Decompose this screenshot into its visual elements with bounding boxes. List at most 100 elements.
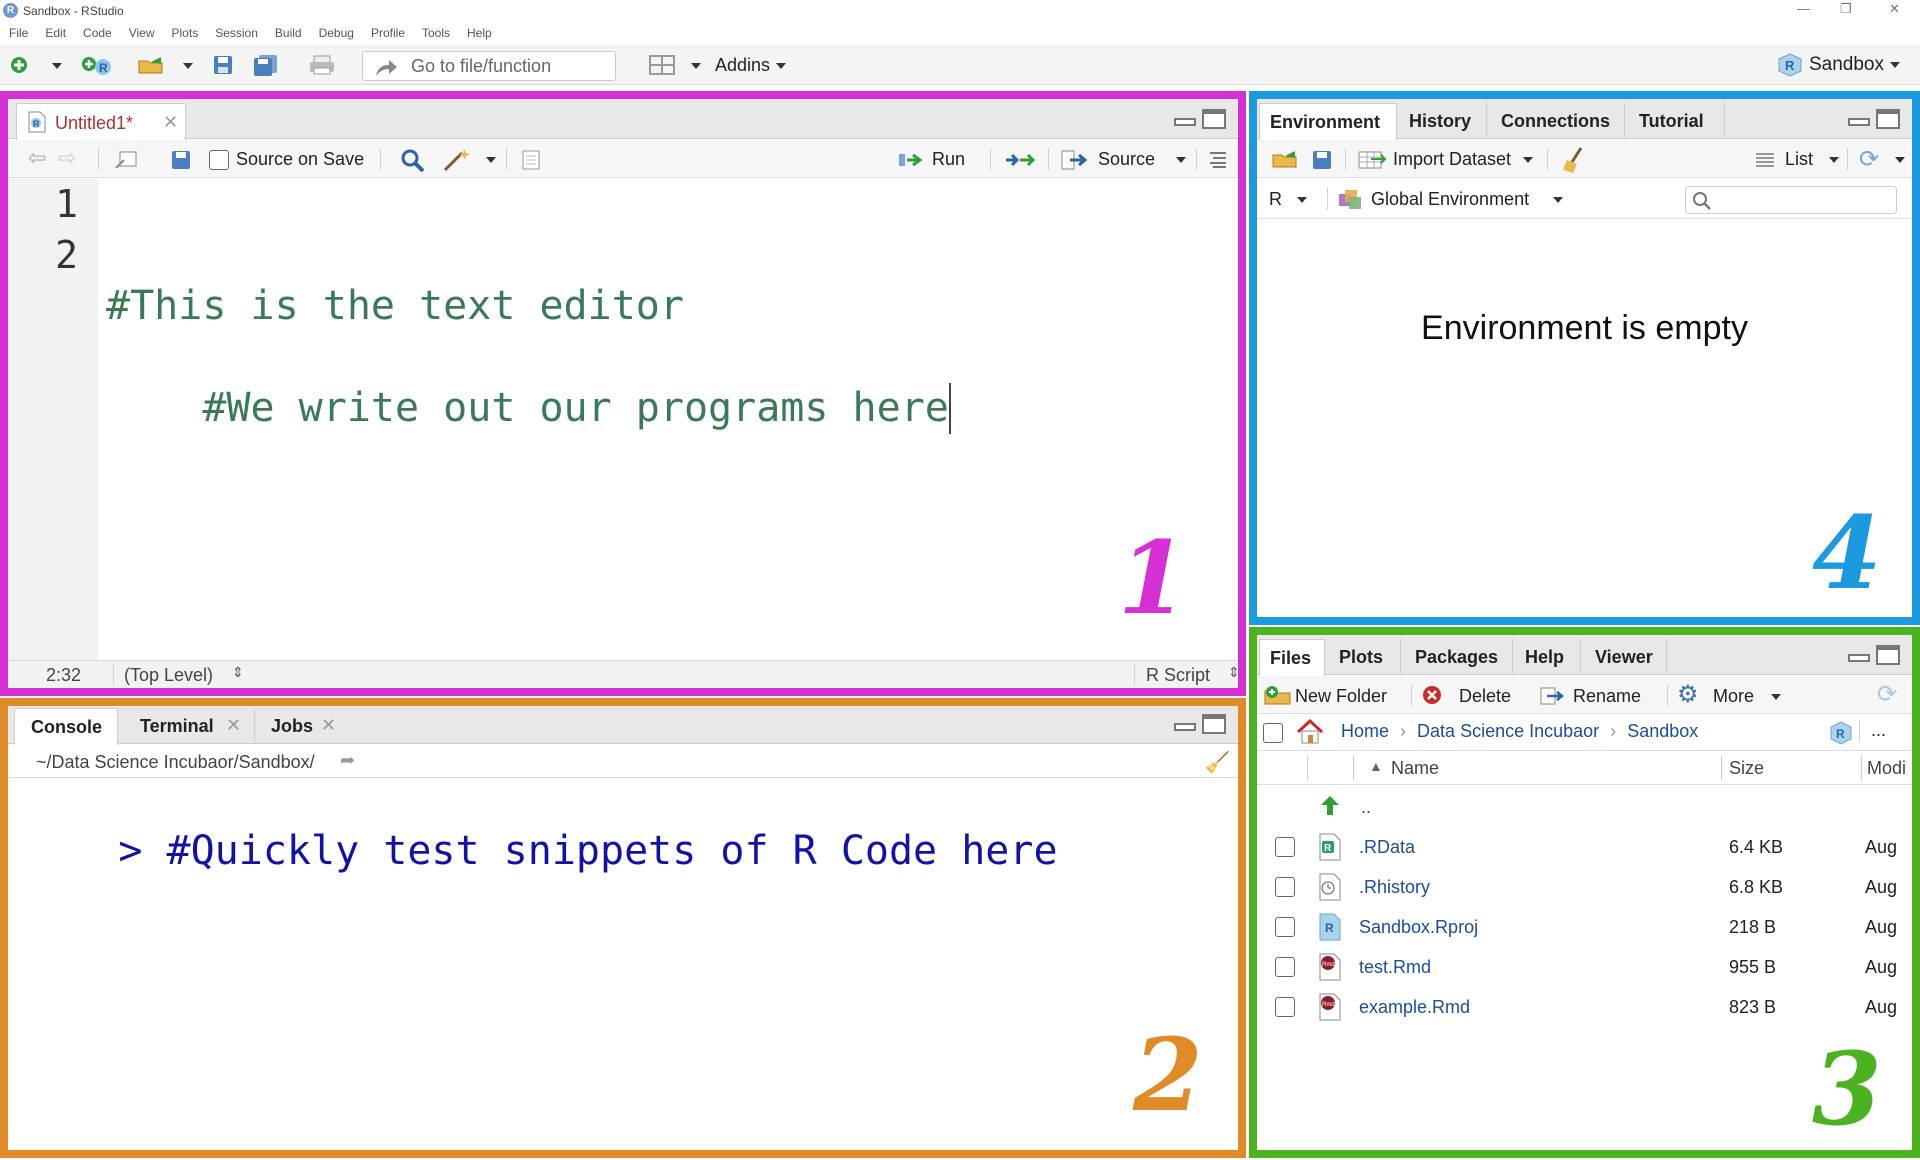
- file-row[interactable]: Rmd example.Rmd 823 B Aug: [1257, 987, 1912, 1027]
- addins-menu[interactable]: Addins: [715, 55, 787, 76]
- parent-directory-row[interactable]: ..: [1257, 787, 1912, 827]
- menu-view[interactable]: View: [129, 22, 155, 44]
- maximize-pane-icon[interactable]: [1876, 645, 1900, 665]
- column-header-name[interactable]: ▲ Name: [1361, 751, 1641, 785]
- go-to-directory-icon[interactable]: ➦: [340, 750, 355, 771]
- project-menu[interactable]: R Sandbox: [1777, 53, 1900, 77]
- menu-session[interactable]: Session: [215, 22, 258, 44]
- menu-file[interactable]: File: [9, 22, 28, 44]
- column-header-size[interactable]: Size: [1729, 758, 1764, 779]
- file-checkbox[interactable]: [1275, 837, 1295, 857]
- minimize-window-icon[interactable]: —: [1797, 1, 1810, 16]
- restore-window-icon[interactable]: ❐: [1840, 1, 1852, 17]
- menu-code[interactable]: Code: [83, 22, 112, 44]
- more-menu-button[interactable]: ⚙ More: [1677, 676, 1787, 714]
- file-type-selector[interactable]: R Script ⇕: [1146, 661, 1240, 689]
- tab-connections[interactable]: Connections: [1487, 103, 1625, 137]
- load-workspace-icon[interactable]: [1271, 148, 1303, 170]
- tab-packages[interactable]: Packages: [1401, 639, 1513, 673]
- go-to-project-icon[interactable]: R: [1829, 721, 1853, 745]
- minimize-pane-icon[interactable]: [1174, 723, 1196, 731]
- save-file-icon[interactable]: [170, 149, 192, 171]
- open-file-icon[interactable]: [137, 54, 169, 76]
- minimize-pane-icon[interactable]: [1848, 118, 1870, 126]
- rename-button[interactable]: Rename: [1539, 676, 1659, 714]
- file-row[interactable]: R .RData 6.4 KB Aug: [1257, 827, 1912, 867]
- file-name[interactable]: .RData: [1359, 837, 1415, 858]
- workspace-panes-icon[interactable]: [648, 54, 676, 76]
- menu-tools[interactable]: Tools: [422, 22, 450, 44]
- file-row[interactable]: .Rhistory 6.8 KB Aug: [1257, 867, 1912, 907]
- back-icon[interactable]: ⇦: [28, 145, 46, 171]
- refresh-dropdown-icon[interactable]: [1895, 157, 1905, 163]
- save-icon[interactable]: [212, 54, 234, 76]
- home-icon[interactable]: [1295, 719, 1325, 745]
- language-selector[interactable]: R: [1269, 179, 1319, 219]
- refresh-icon[interactable]: ⟳: [1877, 680, 1897, 709]
- environment-search-input[interactable]: [1685, 186, 1897, 214]
- tab-tutorial[interactable]: Tutorial: [1625, 103, 1725, 137]
- save-all-icon[interactable]: [252, 54, 280, 76]
- menu-help[interactable]: Help: [467, 22, 492, 44]
- maximize-pane-icon[interactable]: [1876, 109, 1900, 129]
- menu-debug[interactable]: Debug: [319, 22, 354, 44]
- minimize-pane-icon[interactable]: [1174, 118, 1196, 126]
- column-header-modified[interactable]: Modi: [1867, 758, 1906, 779]
- menu-build[interactable]: Build: [275, 22, 302, 44]
- new-file-icon[interactable]: [8, 54, 30, 76]
- go-to-file-input[interactable]: Go to file/function: [362, 51, 616, 81]
- tab-untitled1[interactable]: R Untitled1* ✕: [16, 103, 186, 140]
- code-tools-wand-icon[interactable]: [442, 147, 472, 173]
- maximize-pane-icon[interactable]: [1202, 714, 1226, 734]
- show-in-window-icon[interactable]: [114, 149, 140, 171]
- open-file-dropdown-icon[interactable]: [183, 63, 193, 69]
- new-file-dropdown-icon[interactable]: [52, 63, 62, 69]
- tab-plots[interactable]: Plots: [1325, 639, 1401, 673]
- more-path-button[interactable]: ...: [1871, 720, 1886, 741]
- file-checkbox[interactable]: [1275, 957, 1295, 977]
- close-tab-icon[interactable]: ✕: [163, 112, 178, 133]
- close-window-icon[interactable]: ✕: [1889, 1, 1900, 17]
- save-workspace-icon[interactable]: [1311, 149, 1333, 171]
- file-checkbox[interactable]: [1275, 997, 1295, 1017]
- tab-environment[interactable]: Environment: [1259, 103, 1397, 140]
- minimize-pane-icon[interactable]: [1848, 654, 1870, 662]
- tab-terminal[interactable]: Terminal ✕: [126, 708, 246, 742]
- environment-scope-selector[interactable]: Global Environment: [1337, 179, 1577, 219]
- new-project-icon[interactable]: R: [80, 54, 114, 76]
- clear-workspace-broom-icon[interactable]: [1561, 146, 1587, 174]
- tab-history[interactable]: History: [1397, 103, 1487, 137]
- tab-help[interactable]: Help: [1513, 639, 1581, 673]
- tab-viewer[interactable]: Viewer: [1581, 639, 1667, 673]
- file-checkbox[interactable]: [1275, 917, 1295, 937]
- menu-plots[interactable]: Plots: [172, 22, 199, 44]
- breadcrumb-home[interactable]: Home: [1341, 721, 1389, 741]
- tab-console[interactable]: Console: [14, 708, 118, 745]
- console-input-line[interactable]: > #Quickly test snippets of R Code here: [22, 782, 1238, 920]
- file-name[interactable]: .Rhistory: [1359, 877, 1430, 898]
- file-name[interactable]: Sandbox.Rproj: [1359, 917, 1478, 938]
- import-dataset-button[interactable]: Import Dataset: [1357, 140, 1537, 178]
- run-button[interactable]: Run: [898, 140, 978, 178]
- close-tab-icon[interactable]: ✕: [321, 715, 336, 736]
- close-tab-icon[interactable]: ✕: [226, 715, 241, 736]
- workspace-panes-dropdown-icon[interactable]: [691, 63, 701, 69]
- breadcrumb-data-science-incubaor[interactable]: Data Science Incubaor: [1417, 721, 1599, 741]
- code-area[interactable]: #This is the text editor #We write out o…: [106, 179, 1238, 660]
- code-tools-dropdown-icon[interactable]: [486, 157, 496, 163]
- source-on-save-checkbox[interactable]: [209, 150, 229, 170]
- view-mode-list-button[interactable]: List: [1755, 140, 1839, 178]
- file-checkbox[interactable]: [1275, 877, 1295, 897]
- scope-selector[interactable]: (Top Level) ⇕: [124, 661, 254, 689]
- clear-console-broom-icon[interactable]: 🧹: [1205, 750, 1230, 775]
- source-button[interactable]: Source: [1060, 140, 1190, 178]
- new-folder-button[interactable]: New Folder: [1263, 676, 1403, 714]
- breadcrumb-sandbox[interactable]: Sandbox: [1627, 721, 1698, 741]
- document-outline-icon[interactable]: [520, 149, 542, 171]
- maximize-pane-icon[interactable]: [1202, 109, 1226, 129]
- file-row[interactable]: Rmd test.Rmd 955 B Aug: [1257, 947, 1912, 987]
- file-name[interactable]: example.Rmd: [1359, 997, 1470, 1018]
- file-name[interactable]: test.Rmd: [1359, 957, 1431, 978]
- search-icon[interactable]: [400, 148, 426, 172]
- rerun-icon[interactable]: [1004, 150, 1036, 170]
